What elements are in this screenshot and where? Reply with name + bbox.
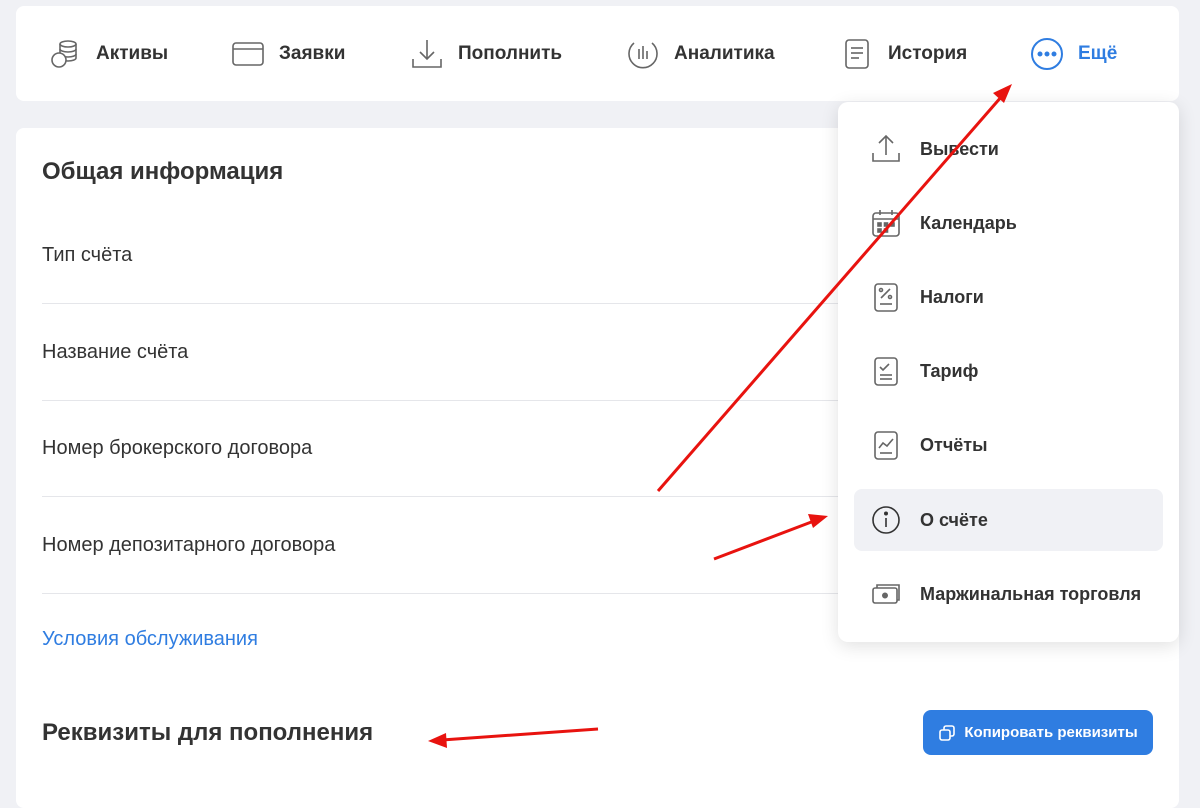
menu-item-withdraw-label: Вывести xyxy=(920,138,999,159)
nav-assets-label: Активы xyxy=(96,42,169,64)
copy-requisites-label: Копировать реквизиты xyxy=(964,724,1138,741)
menu-item-taxes[interactable]: Налоги xyxy=(854,266,1163,328)
menu-item-about-account[interactable]: О счёте xyxy=(854,489,1163,551)
download-icon xyxy=(412,39,442,68)
menu-item-margin-trading-label: Маржинальная торговля xyxy=(920,583,1142,604)
nav-assets[interactable]: Активы xyxy=(48,6,168,101)
menu-item-tariff-label: Тариф xyxy=(920,360,979,381)
nav-analytics-label: Аналитика xyxy=(674,42,775,64)
nav-more-label: Ещё xyxy=(1078,42,1118,64)
menu-item-withdraw[interactable]: Вывести xyxy=(854,118,1163,180)
document-icon xyxy=(845,38,869,69)
menu-item-tariff[interactable]: Тариф xyxy=(854,340,1163,402)
row-account-name: Название счёта xyxy=(42,304,842,401)
menu-item-reports[interactable]: Отчёты xyxy=(854,414,1163,476)
service-terms-link[interactable]: Условия обслуживания xyxy=(42,628,258,651)
row-depository-contract: Номер депозитарного договора xyxy=(42,497,842,594)
top-nav-bar: Активы Заявки Пополнить Аналитика Истори… xyxy=(16,6,1179,101)
row-depository-contract-label: Номер депозитарного договора xyxy=(42,534,336,556)
upload-icon xyxy=(872,134,900,162)
row-account-type-label: Тип счёта xyxy=(42,244,133,266)
menu-item-taxes-label: Налоги xyxy=(920,286,984,307)
copy-requisites-button[interactable]: Копировать реквизиты xyxy=(923,710,1153,755)
more-dropdown-menu: Вывести Календарь Налоги Тариф Отчёты О … xyxy=(838,102,1179,642)
menu-item-calendar[interactable]: Календарь xyxy=(854,192,1163,254)
row-broker-contract-label: Номер брокерского договора xyxy=(42,437,313,459)
menu-item-margin-trading[interactable]: Маржинальная торговля xyxy=(854,563,1163,625)
menu-item-reports-label: Отчёты xyxy=(920,434,988,455)
reports-icon xyxy=(874,431,898,460)
menu-item-about-account-label: О счёте xyxy=(920,509,988,530)
analytics-icon xyxy=(628,41,658,69)
nav-analytics[interactable]: Аналитика xyxy=(626,6,775,101)
calendar-icon xyxy=(872,210,900,237)
cash-icon xyxy=(872,584,900,604)
nav-orders[interactable]: Заявки xyxy=(231,6,345,101)
taxes-icon xyxy=(874,283,898,312)
divider xyxy=(42,593,842,594)
coins-icon xyxy=(51,39,77,68)
row-account-name-label: Название счёта xyxy=(42,341,189,363)
copy-icon xyxy=(939,724,956,741)
tariff-icon xyxy=(874,357,898,386)
nav-deposit-label: Пополнить xyxy=(458,42,563,64)
row-broker-contract: Номер брокерского договора xyxy=(42,400,842,497)
menu-item-calendar-label: Календарь xyxy=(920,212,1017,233)
row-account-type: Тип счёта xyxy=(42,207,842,304)
more-icon xyxy=(1031,37,1063,70)
nav-more[interactable]: Ещё xyxy=(1030,6,1117,101)
nav-orders-label: Заявки xyxy=(279,42,346,64)
nav-history[interactable]: История xyxy=(840,6,967,101)
info-icon xyxy=(872,506,900,534)
requisites-title: Реквизиты для пополнения xyxy=(42,719,374,746)
nav-deposit[interactable]: Пополнить xyxy=(410,6,562,101)
general-info-title: Общая информация xyxy=(42,158,284,185)
card-icon xyxy=(232,41,264,66)
nav-history-label: История xyxy=(888,42,968,64)
